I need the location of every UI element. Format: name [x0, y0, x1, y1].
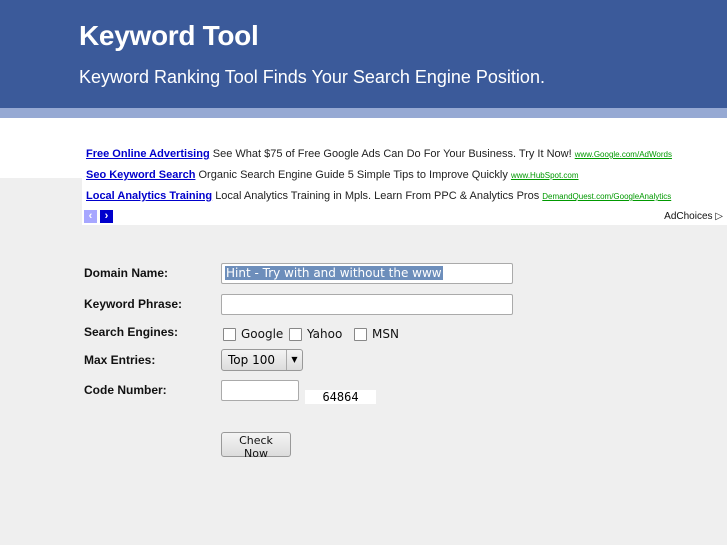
ad-url-link[interactable]: www.HubSpot.com — [511, 171, 579, 180]
checkbox-label: MSN — [372, 327, 399, 341]
site-header: Keyword Tool Keyword Ranking Tool Finds … — [0, 0, 727, 108]
code-label: Code Number: — [84, 383, 167, 397]
adchoices-link[interactable]: AdChoices ▷ — [664, 211, 723, 222]
check-now-button[interactable]: Check Now — [221, 432, 291, 460]
ad-text: Local Analytics Training in Mpls. Learn … — [215, 190, 540, 202]
keyword-input[interactable] — [221, 294, 513, 315]
ad-text: Organic Search Engine Guide 5 Simple Tip… — [198, 169, 508, 181]
domain-input-value: Hint - Try with and without the www — [225, 266, 443, 280]
ad-next-button[interactable]: › — [100, 210, 113, 223]
ad-item: Local Analytics Training Local Analytics… — [86, 190, 671, 202]
keyword-label: Keyword Phrase: — [84, 297, 183, 311]
ad-prev-button[interactable]: ‹ — [84, 210, 97, 223]
site-title: Keyword Tool — [79, 20, 259, 51]
domain-label: Domain Name: — [84, 266, 169, 280]
ad-title-link[interactable]: Free Online Advertising — [86, 148, 210, 160]
captcha-code: 64864 — [305, 390, 376, 404]
header-stripe — [0, 108, 727, 118]
max-entries-select[interactable]: Top 100 ▼ — [221, 349, 303, 371]
site-subtitle: Keyword Ranking Tool Finds Your Search E… — [79, 67, 545, 87]
ad-title-link[interactable]: Seo Keyword Search — [86, 169, 195, 181]
ad-title-link[interactable]: Local Analytics Training — [86, 190, 212, 202]
checkbox-label: Google — [241, 327, 284, 341]
max-entries-label: Max Entries: — [84, 353, 156, 367]
ad-block: Free Online Advertising See What $75 of … — [82, 140, 727, 225]
google-checkbox[interactable]: Google — [223, 327, 283, 341]
ad-url-link[interactable]: www.Google.com/AdWords — [575, 150, 672, 159]
ad-text: See What $75 of Free Google Ads Can Do F… — [212, 148, 572, 160]
checkbox-box[interactable] — [223, 327, 236, 341]
yahoo-checkbox[interactable]: Yahoo — [289, 327, 342, 341]
checkbox-box[interactable] — [354, 327, 367, 341]
domain-input[interactable]: Hint - Try with and without the www — [221, 263, 513, 284]
max-entries-value: Top 100 — [228, 353, 275, 367]
ad-url-link[interactable]: DemandQuest.com/GoogleAnalytics — [542, 192, 671, 201]
engines-label: Search Engines: — [84, 325, 179, 339]
ad-item: Seo Keyword Search Organic Search Engine… — [86, 169, 579, 181]
checkbox-box[interactable] — [289, 327, 302, 341]
ad-item: Free Online Advertising See What $75 of … — [86, 148, 672, 160]
chevron-down-icon[interactable]: ▼ — [286, 350, 302, 370]
checkbox-label: Yahoo — [307, 327, 343, 341]
code-input[interactable] — [221, 380, 299, 401]
msn-checkbox[interactable]: MSN — [354, 327, 399, 341]
